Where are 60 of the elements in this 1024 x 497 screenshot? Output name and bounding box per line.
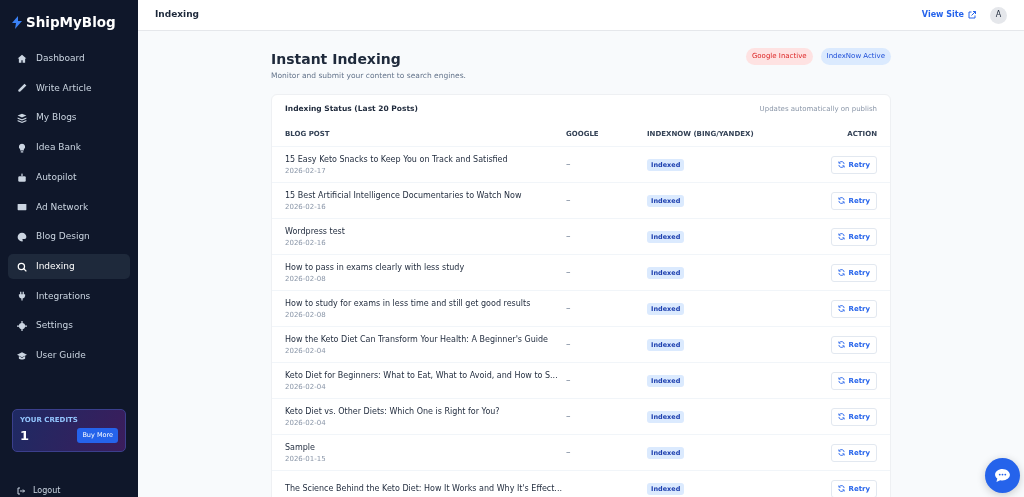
layers-icon [17, 113, 27, 124]
robot-icon [17, 172, 27, 183]
post-title: How to pass in exams clearly with less study [285, 261, 466, 274]
sidebar-item[interactable]: Dashboard [8, 46, 130, 71]
google-status: – [566, 411, 571, 421]
google-status: – [566, 195, 571, 205]
google-status: – [566, 159, 571, 169]
post-title: How to study for exams in less time and still get good results [285, 297, 532, 310]
palette-icon [17, 232, 27, 242]
chat-icon [995, 469, 1010, 482]
refresh-icon [837, 305, 845, 313]
google-status: – [566, 447, 571, 457]
refresh-icon [837, 485, 845, 493]
post-title: Wordpress test [285, 225, 346, 238]
refresh-icon [837, 341, 845, 349]
sidebar-item[interactable]: Idea Bank [8, 135, 130, 161]
sidebar-item[interactable]: Ad Network [8, 194, 130, 220]
post-title: Sample [285, 441, 316, 454]
chat-button[interactable] [985, 458, 1020, 493]
view-site-link[interactable]: View Site [921, 9, 976, 21]
google-status: – [566, 375, 571, 385]
refresh-icon [837, 161, 845, 169]
sidebar-item[interactable]: Indexing [8, 254, 130, 280]
sidebar-item[interactable]: Settings [8, 313, 130, 339]
plug-icon [17, 291, 27, 302]
google-status: – [566, 231, 571, 241]
bulb-icon [17, 142, 27, 153]
logout-link[interactable]: Logout [17, 485, 138, 497]
post-title: Keto Diet for Beginners: What to Eat, What to Avoid, and How to S... [285, 369, 559, 382]
sidebar-item[interactable]: Integrations [8, 284, 130, 309]
refresh-icon [837, 377, 845, 385]
external-link-icon [968, 11, 976, 19]
refresh-icon [837, 197, 845, 205]
post-title: Keto Diet vs. Other Diets: Which One is Right for You? [285, 405, 501, 418]
google-status: – [566, 339, 571, 349]
cap-icon [17, 350, 27, 361]
sidebar-item[interactable]: My Blogs [8, 105, 130, 131]
sidebar-item[interactable]: Write Article [8, 76, 130, 101]
post-title: How the Keto Diet Can Transform Your Health: A Beginner's Guide [285, 333, 550, 346]
refresh-icon [837, 413, 845, 421]
google-status: – [566, 303, 571, 313]
post-title: The Science Behind the Keto Diet: How It Works and Why It's Effect... [285, 482, 563, 495]
refresh-icon [837, 449, 845, 457]
lightning-icon [12, 15, 22, 29]
logout-icon [17, 487, 25, 495]
sidebar-item[interactable]: Autopilot [8, 165, 130, 190]
search-icon [17, 261, 27, 272]
sidebar-item[interactable]: User Guide [8, 343, 130, 369]
refresh-icon [837, 233, 845, 241]
avatar[interactable]: A [990, 6, 1007, 24]
refresh-icon [837, 269, 845, 277]
credits-value: 1 [20, 426, 30, 445]
post-title: 15 Best Artificial Intelligence Documentaries to Watch Now [285, 189, 523, 202]
google-status: – [566, 267, 571, 277]
post-title: 15 Easy Keto Snacks to Keep You on Track and Satisfied [285, 153, 509, 166]
brand-name: ShipMyBlog [26, 13, 116, 32]
sidebar-item[interactable]: Blog Design [8, 224, 130, 250]
page-title: Indexing [155, 8, 200, 22]
page-heading: Instant Indexing [271, 50, 402, 69]
home-icon [17, 53, 27, 64]
